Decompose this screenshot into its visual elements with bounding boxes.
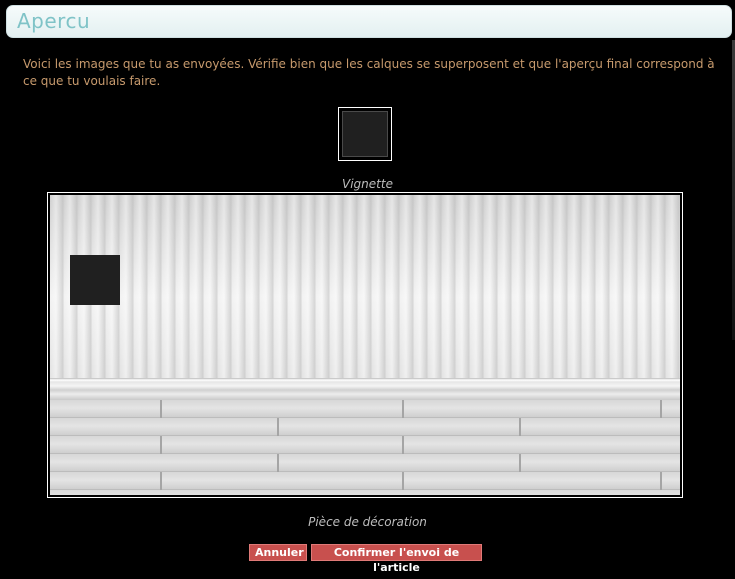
floor-seam [660, 472, 662, 490]
floor-seam [660, 400, 662, 418]
preview-caption: Pièce de décoration [308, 515, 427, 529]
floor-seam [519, 418, 521, 436]
floor-seam [160, 400, 162, 418]
title-bar: Apercu [6, 5, 732, 38]
thumbnail-image [342, 111, 388, 157]
floor-seam [277, 418, 279, 436]
room-molding [50, 378, 680, 400]
confirm-submit-button[interactable]: Confirmer l'envoi de l'article [311, 544, 482, 574]
floor-seam [519, 454, 521, 472]
floor-seam [402, 436, 404, 454]
page-title: Apercu [17, 9, 91, 33]
room-preview-image [50, 195, 680, 495]
floor-seam [160, 436, 162, 454]
thumbnail-frame [338, 107, 392, 161]
room-floor [50, 400, 680, 495]
preview-frame [47, 192, 683, 498]
action-buttons: Annuler Confirmer l'envoi de l'article [0, 544, 735, 574]
decoration-piece [70, 255, 120, 305]
floor-seam [402, 472, 404, 490]
floor-seam [160, 472, 162, 490]
room-wall [50, 195, 680, 380]
floor-seam [277, 454, 279, 472]
cancel-button[interactable]: Annuler [249, 544, 307, 561]
intro-text: Voici les images que tu as envoyées. Vér… [23, 57, 715, 88]
thumbnail-caption: Vignette [342, 177, 393, 191]
floor-seam [402, 400, 404, 418]
